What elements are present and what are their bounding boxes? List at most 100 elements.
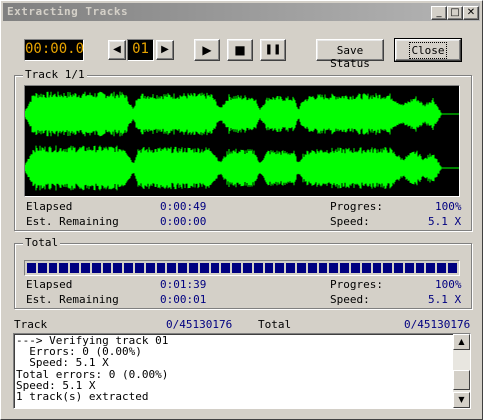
total-remaining-label: Est. Remaining	[26, 293, 119, 306]
progress-block	[167, 263, 177, 273]
stop-icon: ■	[234, 43, 246, 57]
progress-block	[232, 263, 241, 273]
progress-block	[318, 263, 328, 273]
total-group-label: Total	[23, 236, 61, 249]
progress-block	[113, 263, 123, 273]
next-track-button[interactable]: ▶	[156, 40, 174, 60]
progress-block	[415, 263, 425, 273]
log-line: Speed: 5.1 X	[16, 356, 109, 370]
track-number-display: 01	[127, 39, 154, 61]
progress-block	[404, 263, 414, 273]
scroll-down-button[interactable]: ▼	[453, 392, 470, 408]
progress-block	[210, 263, 220, 273]
minimize-icon: _	[436, 7, 442, 18]
progress-block	[286, 263, 295, 273]
track-group: Track 1/1 Elapsed 0:00:49 Progres: 100% …	[14, 68, 472, 231]
progress-block	[253, 263, 263, 273]
progress-block	[221, 263, 231, 273]
track-speed-label: Speed:	[330, 215, 370, 228]
total-elapsed-value: 0:01:39	[160, 278, 207, 291]
total-speed-label: Speed:	[330, 293, 370, 306]
log-textbox[interactable]: ---> Verifying track 01 Errors: 0 (0.00%…	[13, 333, 471, 409]
progress-block	[80, 263, 90, 273]
previous-icon: ◀	[113, 44, 121, 55]
next-icon: ▶	[161, 44, 169, 55]
progress-block	[156, 263, 166, 273]
waveform-graph	[24, 91, 459, 191]
progress-block	[199, 263, 209, 273]
track-elapsed-value: 0:00:49	[160, 200, 207, 213]
extracting-tracks-window: Extracting Tracks _ □ ✕ 00:00.0 ◀ 01 ▶ ▶…	[0, 0, 483, 420]
scroll-up-icon: ▲	[458, 337, 465, 346]
total-group: Total Elapsed 0:01:39 Progres: 100% Est.…	[14, 236, 472, 309]
scroll-down-icon: ▼	[458, 395, 465, 404]
progress-block	[296, 263, 306, 273]
save-status-label: Save Status	[330, 44, 370, 70]
track-progress-value: 100%	[435, 200, 462, 213]
summary-total-value: 0/45130176	[404, 318, 471, 331]
progress-block	[383, 263, 393, 273]
log-lines: ---> Verifying track 01 Errors: 0 (0.00%…	[16, 335, 452, 402]
progress-block	[102, 263, 112, 273]
stop-button[interactable]: ■	[227, 39, 253, 61]
maximize-button[interactable]: □	[447, 6, 463, 20]
scroll-up-button[interactable]: ▲	[453, 334, 470, 350]
total-remaining-value: 0:00:01	[160, 293, 207, 306]
total-speed-value: 5.1 X	[428, 293, 462, 306]
total-progress-bar	[24, 260, 460, 276]
track-speed-value: 5.1 X	[428, 215, 462, 228]
time-display: 00:00.0	[24, 39, 84, 61]
progress-block	[27, 263, 36, 273]
close-button[interactable]: Close	[394, 38, 462, 62]
progress-block	[307, 263, 317, 273]
close-label: Close	[409, 42, 447, 59]
waveform-display	[24, 85, 460, 197]
total-progress-label: Progres:	[330, 278, 383, 291]
track-progress-label: Progres:	[330, 200, 383, 213]
progress-block	[361, 263, 371, 273]
total-elapsed-label: Elapsed	[26, 278, 73, 291]
minimize-button[interactable]: _	[431, 6, 447, 20]
summary-track-label: Track	[14, 318, 48, 331]
summary-track-value: 0/45130176	[166, 318, 233, 331]
track-group-label: Track 1/1	[23, 68, 87, 81]
progress-block	[448, 263, 457, 273]
previous-track-button[interactable]: ◀	[108, 40, 126, 60]
progress-block	[70, 263, 79, 273]
progress-block	[340, 263, 349, 273]
progress-block	[188, 263, 198, 273]
track-elapsed-label: Elapsed	[26, 200, 73, 213]
progress-block	[426, 263, 436, 273]
progress-block	[264, 263, 274, 273]
log-scrollbar[interactable]: ▲ ▼	[453, 334, 470, 408]
progress-block	[91, 263, 101, 273]
total-progress-value: 100%	[435, 278, 462, 291]
progress-block	[124, 263, 133, 273]
log-line: 1 track(s) extracted	[16, 390, 149, 404]
progress-block	[437, 263, 447, 273]
track-remaining-label: Est. Remaining	[26, 215, 119, 228]
progress-block	[329, 263, 339, 273]
close-window-button[interactable]: ✕	[463, 6, 479, 20]
progress-block	[59, 263, 69, 273]
maximize-icon: □	[450, 7, 460, 18]
progress-block	[350, 263, 360, 273]
play-button[interactable]: ▶	[194, 39, 220, 61]
scroll-thumb[interactable]	[453, 370, 470, 390]
progress-block	[145, 263, 155, 273]
progress-block	[37, 263, 47, 273]
progress-block	[242, 263, 252, 273]
window-title: Extracting Tracks	[7, 5, 129, 18]
progress-block	[134, 263, 144, 273]
progress-block	[275, 263, 285, 273]
save-status-button[interactable]: Save Status	[316, 39, 384, 70]
title-bar[interactable]: Extracting Tracks _ □ ✕	[3, 3, 480, 21]
progress-block	[394, 263, 403, 273]
pause-button[interactable]: ❚❚	[260, 39, 286, 61]
progress-block	[178, 263, 187, 273]
pause-icon: ❚❚	[264, 44, 282, 55]
play-icon: ▶	[202, 43, 212, 57]
progress-block	[48, 263, 58, 273]
track-remaining-value: 0:00:00	[160, 215, 207, 228]
close-icon: ✕	[466, 7, 476, 18]
